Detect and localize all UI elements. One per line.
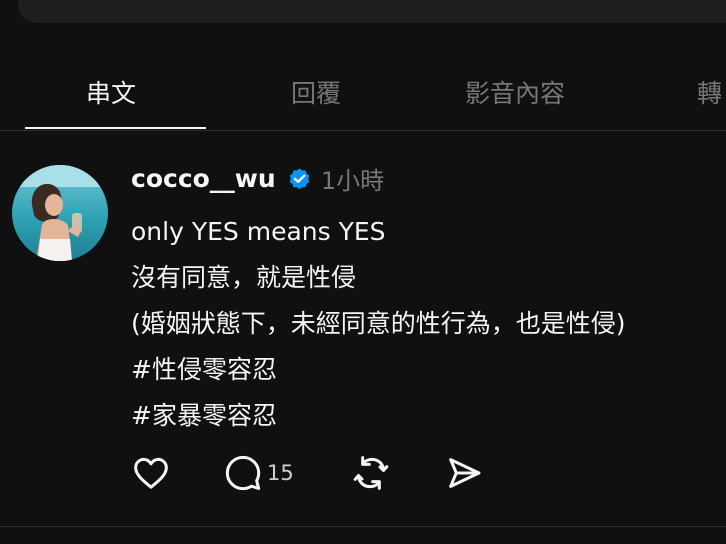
active-tab-indicator [25,127,206,129]
tab-replies[interactable]: 回覆 [291,74,341,110]
post-line: only YES means YES [131,217,386,246]
repost-icon [351,453,391,493]
verified-badge-icon [287,166,312,191]
previous-card [18,0,726,23]
like-button[interactable] [131,453,171,493]
username[interactable]: cocco__wu [131,164,276,193]
hashtag-link[interactable]: #家暴零容忍 [131,393,721,439]
post-actions: 15 [131,453,531,493]
comment-count: 15 [267,461,294,485]
thread-post: cocco__wu 1小時 only YES means YES 沒有同意，就是… [0,131,726,527]
share-button[interactable] [444,453,484,493]
avatar[interactable] [12,165,108,261]
profile-tabs: 串文 回覆 影音內容 轉 [0,60,726,131]
tab-threads[interactable]: 串文 [86,74,136,110]
post-body: only YES means YES 沒有同意，就是性侵 (婚姻狀態下，未經同意… [131,209,721,439]
repost-button[interactable] [351,453,391,493]
post-line: (婚姻狀態下，未經同意的性行為，也是性侵) [131,309,626,338]
post-line: 沒有同意，就是性侵 [131,263,357,292]
comment-icon [223,453,263,493]
divider [0,526,726,527]
post-time: 1小時 [320,167,385,195]
heart-icon [131,453,171,493]
post-header: cocco__wu 1小時 [131,161,384,197]
tab-reposts[interactable]: 轉 [697,74,722,110]
send-icon [444,453,484,493]
comment-button[interactable]: 15 [223,453,294,493]
tab-media[interactable]: 影音內容 [465,74,565,110]
hashtag-link[interactable]: #性侵零容忍 [131,347,721,393]
